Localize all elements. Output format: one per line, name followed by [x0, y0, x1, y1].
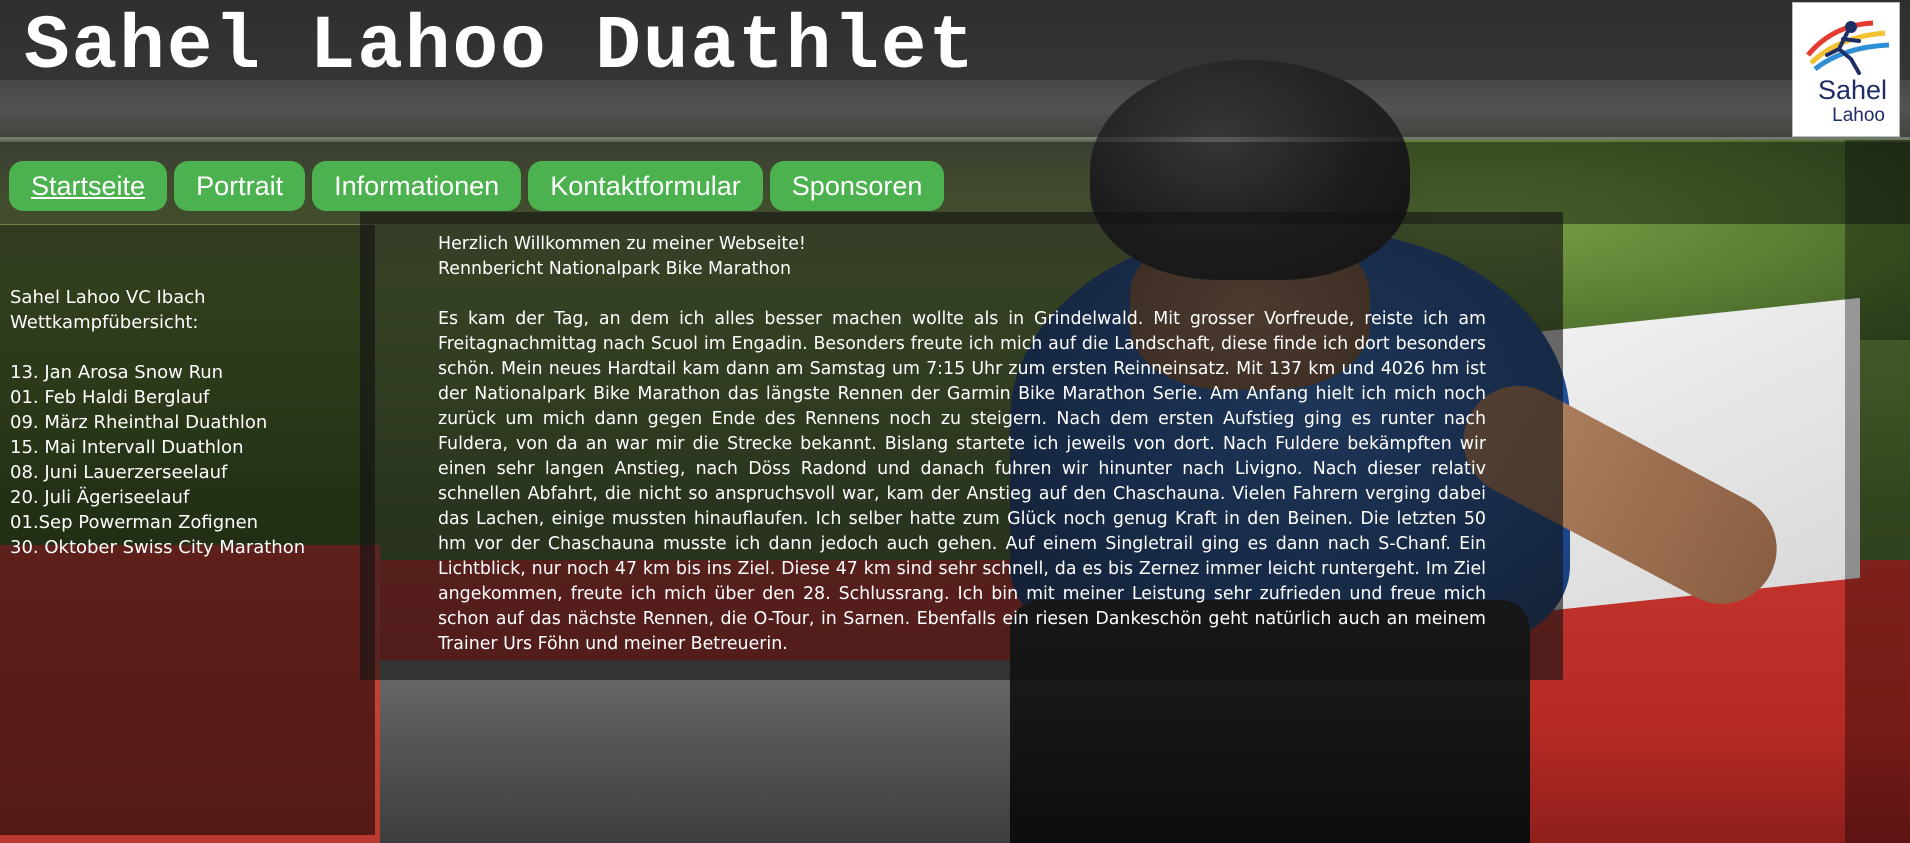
report-body: Es kam der Tag, an dem ich alles besser … — [438, 309, 1486, 654]
nav-item-sponsoren[interactable]: Sponsoren — [769, 161, 945, 211]
main-navigation: Startseite Portrait Informationen Kontak… — [9, 161, 945, 211]
nav-item-label: Startseite — [31, 171, 146, 201]
event-item: 01.Sep Powerman Zofignen — [10, 512, 259, 533]
event-item: 30. Oktober Swiss City Marathon — [10, 537, 306, 558]
welcome-text: Herzlich Willkommen zu meiner Webseite! — [438, 234, 806, 254]
sidebar: Sahel Lahoo VC Ibach Wettkampfübersicht:… — [10, 285, 360, 560]
event-item: 08. Juni Lauerzerseelauf — [10, 462, 228, 483]
logo-text-line2: Lahoo — [1832, 105, 1885, 126]
nav-item-label: Informationen — [334, 171, 500, 201]
logo-text-line1: Sahel — [1817, 75, 1887, 105]
competition-heading: Wettkampfübersicht: — [10, 312, 199, 333]
nav-item-label: Sponsoren — [791, 171, 923, 201]
runner-logo-icon — [1806, 20, 1890, 75]
event-item: 15. Mai Intervall Duathlon — [10, 437, 244, 458]
site-logo[interactable]: Sahel Lahoo — [1792, 2, 1900, 137]
nav-item-startseite[interactable]: Startseite — [9, 161, 168, 211]
nav-item-label: Portrait — [196, 171, 284, 201]
event-item: 09. März Rheinthal Duathlon — [10, 412, 268, 433]
nav-item-portrait[interactable]: Portrait — [174, 161, 306, 211]
club-name: Sahel Lahoo VC Ibach — [10, 287, 206, 308]
event-item: 01. Feb Haldi Berglauf — [10, 387, 210, 408]
nav-item-informationen[interactable]: Informationen — [312, 161, 522, 211]
site-header: Sahel Lahoo Duathlet Sahel Lahoo — [0, 0, 1910, 137]
event-item: 13. Jan Arosa Snow Run — [10, 362, 224, 383]
report-title: Rennbericht Nationalpark Bike Marathon — [438, 259, 792, 279]
event-item: 20. Juli Ägeriseelauf — [10, 487, 190, 508]
main-content: Herzlich Willkommen zu meiner Webseite! … — [438, 232, 1486, 657]
nav-item-label: Kontaktformular — [550, 171, 741, 201]
site-title: Sahel Lahoo Duathlet — [24, 4, 977, 90]
nav-item-kontaktformular[interactable]: Kontaktformular — [528, 161, 763, 211]
